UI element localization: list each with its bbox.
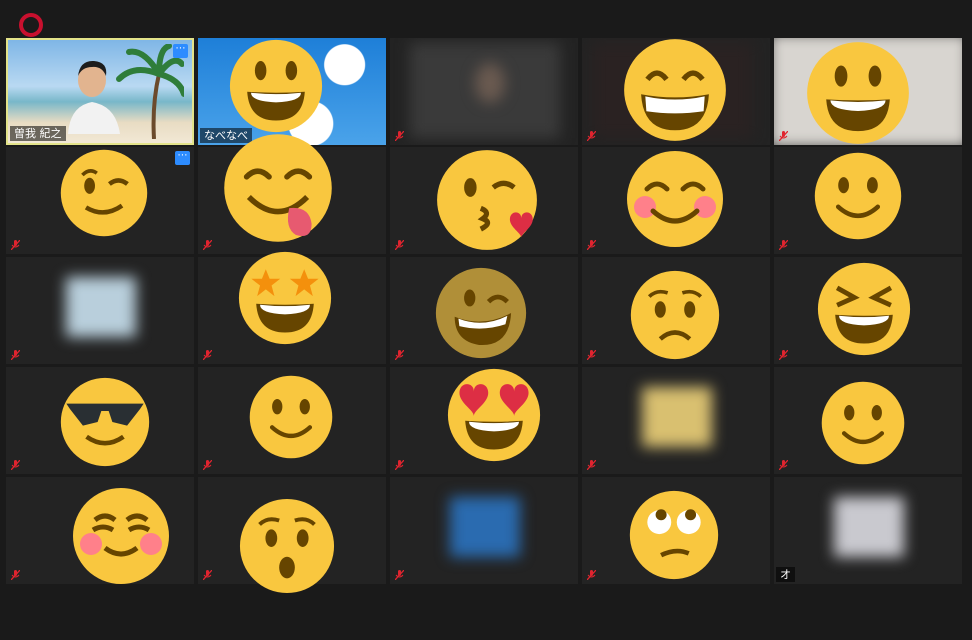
smiling-face-blush-icon bbox=[625, 149, 725, 249]
muted-mic-icon bbox=[11, 350, 20, 360]
muted-mic-icon bbox=[11, 460, 20, 470]
laughing-squinting-icon bbox=[816, 261, 912, 357]
muted-mic-icon bbox=[11, 570, 20, 580]
heart-eyes-icon bbox=[446, 367, 542, 463]
muted-mic-icon bbox=[587, 570, 596, 580]
blurred-video bbox=[834, 497, 904, 557]
muted-mic-icon bbox=[779, 240, 788, 250]
palm-tree-background bbox=[116, 44, 184, 139]
star-struck-icon bbox=[237, 250, 333, 346]
participant-name: オ bbox=[776, 567, 795, 582]
slightly-smiling-face-icon bbox=[820, 380, 906, 466]
blurred-video bbox=[642, 387, 712, 447]
muted-mic-icon bbox=[587, 460, 596, 470]
participant-tile[interactable]: オ bbox=[774, 477, 962, 584]
grinning-squinting-icon bbox=[434, 266, 528, 360]
participant-name: 曽我 紀之 bbox=[10, 126, 66, 141]
hushed-face-icon bbox=[238, 497, 336, 595]
blurred-video bbox=[66, 277, 136, 337]
muted-mic-icon bbox=[203, 240, 212, 250]
muted-mic-icon bbox=[203, 460, 212, 470]
record-ring-icon bbox=[19, 13, 43, 37]
muted-mic-icon bbox=[779, 350, 788, 360]
slightly-smiling-face-icon bbox=[248, 374, 334, 460]
face-rolling-eyes-icon bbox=[628, 489, 720, 581]
beaming-face-icon bbox=[622, 37, 728, 143]
participant-tile[interactable] bbox=[390, 477, 578, 584]
smiling-big-eyes-icon bbox=[805, 40, 911, 146]
muted-mic-icon bbox=[395, 240, 404, 250]
participant-tile[interactable] bbox=[390, 38, 578, 145]
more-options-button[interactable]: ⋯ bbox=[173, 44, 188, 58]
muted-mic-icon bbox=[395, 570, 404, 580]
grinning-face-icon bbox=[228, 38, 324, 134]
muted-mic-icon bbox=[587, 350, 596, 360]
slightly-smiling-face-icon bbox=[813, 151, 903, 241]
muted-mic-icon bbox=[779, 460, 788, 470]
muted-mic-icon bbox=[395, 131, 404, 141]
muted-mic-icon bbox=[203, 350, 212, 360]
muted-mic-icon bbox=[395, 460, 404, 470]
more-options-button[interactable]: ⋯ bbox=[175, 151, 190, 165]
winking-face-icon bbox=[59, 148, 149, 238]
face-savoring-food-icon bbox=[222, 132, 334, 244]
participant-tile[interactable]: ⋯ 曽我 紀之 bbox=[6, 38, 194, 145]
muted-mic-icon bbox=[11, 240, 20, 250]
worried-face-icon bbox=[629, 269, 721, 361]
face-blowing-kiss-icon bbox=[435, 148, 539, 252]
sunglasses-face-icon bbox=[59, 376, 151, 468]
muted-mic-icon bbox=[203, 570, 212, 580]
blurred-video bbox=[450, 497, 520, 557]
participant-tile[interactable] bbox=[582, 367, 770, 474]
participant-video bbox=[68, 60, 120, 134]
muted-mic-icon bbox=[587, 131, 596, 141]
muted-mic-icon bbox=[779, 131, 788, 141]
smiling-face-icon bbox=[71, 486, 171, 586]
participant-tile[interactable] bbox=[6, 257, 194, 364]
muted-mic-icon bbox=[587, 240, 596, 250]
muted-mic-icon bbox=[395, 350, 404, 360]
